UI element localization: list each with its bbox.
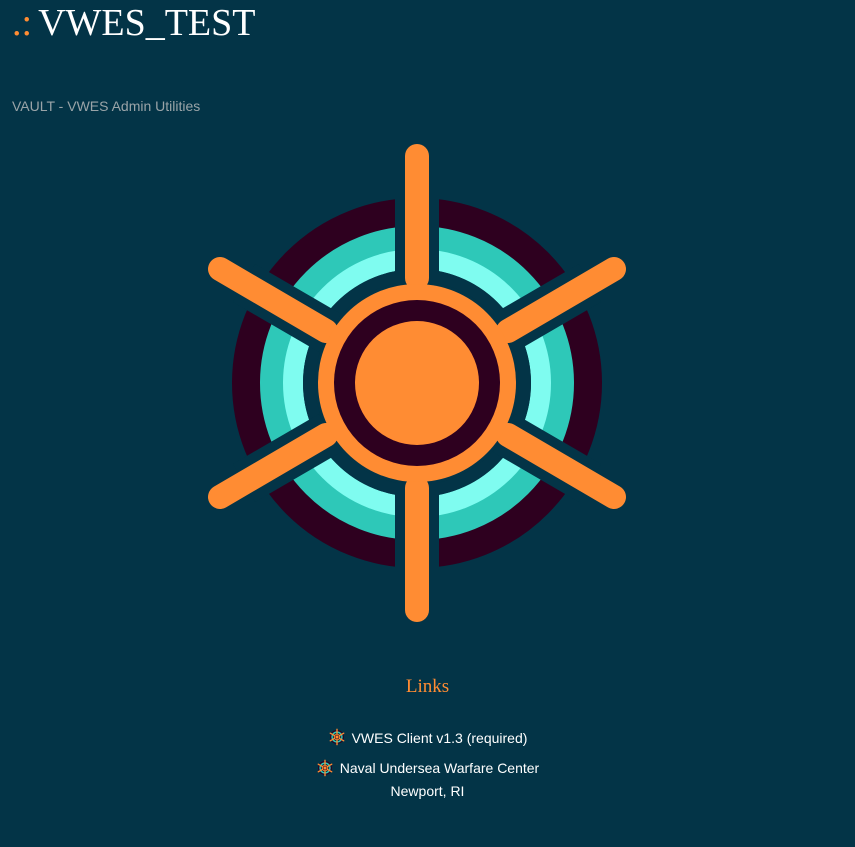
- helm-wheel-mini-icon: [329, 728, 345, 746]
- helm-wheel-mini-icon: [317, 759, 333, 776]
- link-nuwc[interactable]: Naval Undersea Warfare Center Newport, R…: [0, 758, 855, 800]
- links-list: VWES Client v1.3 (required) Naval Unders…: [0, 728, 855, 811]
- links-heading: Links: [405, 676, 450, 697]
- helm-wheel-logo-icon: [208, 144, 626, 622]
- link-nuwc-label: Naval Undersea Warfare Center: [339, 760, 540, 777]
- link-vwes-client-label: VWES Client v1.3 (required): [351, 730, 528, 746]
- link-nuwc-location: Newport, RI: [390, 782, 465, 799]
- link-vwes-client[interactable]: VWES Client v1.3 (required): [0, 728, 855, 748]
